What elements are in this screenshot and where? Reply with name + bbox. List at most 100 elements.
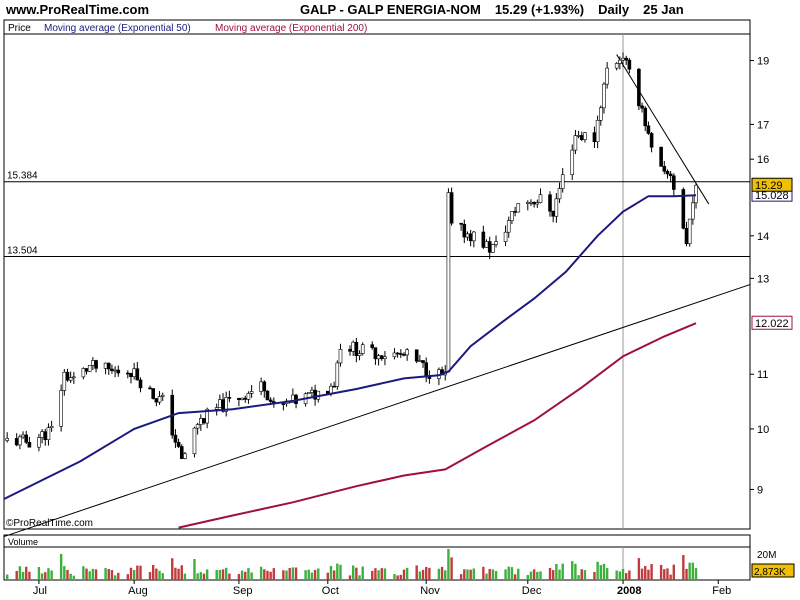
volume-bar xyxy=(440,566,444,580)
volume-bar xyxy=(15,570,18,580)
volume-bar xyxy=(180,565,183,580)
candle-body xyxy=(265,390,270,401)
candle-body xyxy=(468,233,473,242)
volume-bar xyxy=(25,566,28,580)
candle-body xyxy=(395,352,400,355)
volume-bar xyxy=(663,569,666,580)
x-tick-label: Dec xyxy=(522,585,542,597)
volume-bar xyxy=(193,559,196,580)
candle-body xyxy=(183,453,187,459)
volume-bar xyxy=(110,570,114,580)
volume-bar xyxy=(628,570,631,580)
volume-bar xyxy=(269,571,272,580)
price-chart[interactable]: Price Moving average (Exponential 50) Mo… xyxy=(0,0,800,600)
volume-bar xyxy=(228,573,231,580)
volume-bar xyxy=(659,564,663,580)
volume-bar xyxy=(310,572,314,580)
volume-bar xyxy=(259,566,263,580)
volume-bar xyxy=(139,565,142,580)
x-tick-label: Sep xyxy=(233,585,253,597)
candle-body xyxy=(659,146,663,167)
candle-body xyxy=(510,211,514,221)
x-tick-label: Aug xyxy=(128,585,148,597)
candle-body xyxy=(40,431,44,438)
volume-bar xyxy=(161,573,164,580)
candle-body xyxy=(348,349,352,352)
candle-body xyxy=(646,125,651,134)
volume-bar xyxy=(555,563,558,580)
volume-bar xyxy=(155,568,158,580)
volume-bar xyxy=(536,571,539,580)
volume-bar xyxy=(66,569,69,580)
candle-body xyxy=(268,399,273,402)
x-tick-label: Jul xyxy=(33,585,47,597)
candle-body xyxy=(662,166,667,172)
candle-body xyxy=(592,132,597,143)
volume-bar xyxy=(94,569,98,580)
volume-bar xyxy=(196,573,199,580)
volume-bar xyxy=(529,571,533,580)
volume-bar xyxy=(272,568,276,580)
volume-bar xyxy=(402,569,406,580)
volume-bar xyxy=(425,566,428,580)
candle-body xyxy=(516,203,521,213)
volume-bar xyxy=(104,568,107,580)
y-tick-label: 11 xyxy=(757,369,768,381)
x-tick-label: 2008 xyxy=(617,585,641,597)
candle-body xyxy=(554,198,559,217)
candle-body xyxy=(373,347,378,360)
volume-bar xyxy=(444,570,447,580)
candle-body xyxy=(449,192,454,224)
candle-body xyxy=(37,437,41,448)
candle-body xyxy=(113,369,117,372)
candle-body xyxy=(691,202,695,220)
candle-body xyxy=(129,373,133,377)
candle-body xyxy=(14,438,19,446)
candle-body xyxy=(399,353,403,355)
volume-bar xyxy=(148,572,152,580)
volume-bar xyxy=(63,566,66,580)
candle-body xyxy=(49,425,54,429)
candle-body xyxy=(68,377,73,381)
candle-body xyxy=(579,135,584,140)
volume-bar xyxy=(469,569,472,580)
y-tick-label: 17 xyxy=(757,119,769,131)
volume-bar xyxy=(371,570,374,580)
volume-bar xyxy=(244,571,247,580)
volume-bar xyxy=(637,558,641,580)
candle-body xyxy=(551,210,555,217)
volume-bar xyxy=(571,561,574,580)
volume-bar xyxy=(682,555,685,580)
volume-bar xyxy=(694,568,698,580)
candle-body xyxy=(110,368,114,372)
legend-ema50: Moving average (Exponential 50) xyxy=(44,23,191,34)
candle-body xyxy=(195,424,200,429)
volume-last-tag: 2,873K xyxy=(754,567,786,578)
candle-body xyxy=(240,397,244,400)
volume-bar xyxy=(450,557,453,580)
volume-bar xyxy=(418,571,422,580)
candle-body xyxy=(357,353,362,356)
candle-body xyxy=(176,441,181,447)
volume-bar xyxy=(494,570,498,580)
volume-bar xyxy=(558,569,561,580)
candle-body xyxy=(243,397,248,400)
candle-body xyxy=(459,222,463,225)
candle-body xyxy=(421,360,425,363)
volume-bar xyxy=(551,570,555,580)
volume-bar xyxy=(171,558,174,580)
volume-bar xyxy=(393,574,396,580)
volume-bar xyxy=(539,571,542,580)
volume-bar xyxy=(326,572,329,580)
candle-body xyxy=(151,388,155,399)
candle-body xyxy=(383,356,387,360)
y-tick-label: 16 xyxy=(757,154,769,166)
candle-body xyxy=(259,381,263,392)
volume-bar xyxy=(504,569,507,580)
candle-body xyxy=(614,63,619,69)
candle-body xyxy=(573,135,578,151)
volume-bar xyxy=(132,570,136,580)
volume-bar xyxy=(447,549,450,580)
volume-bar xyxy=(21,571,25,580)
candle-body xyxy=(62,371,67,391)
